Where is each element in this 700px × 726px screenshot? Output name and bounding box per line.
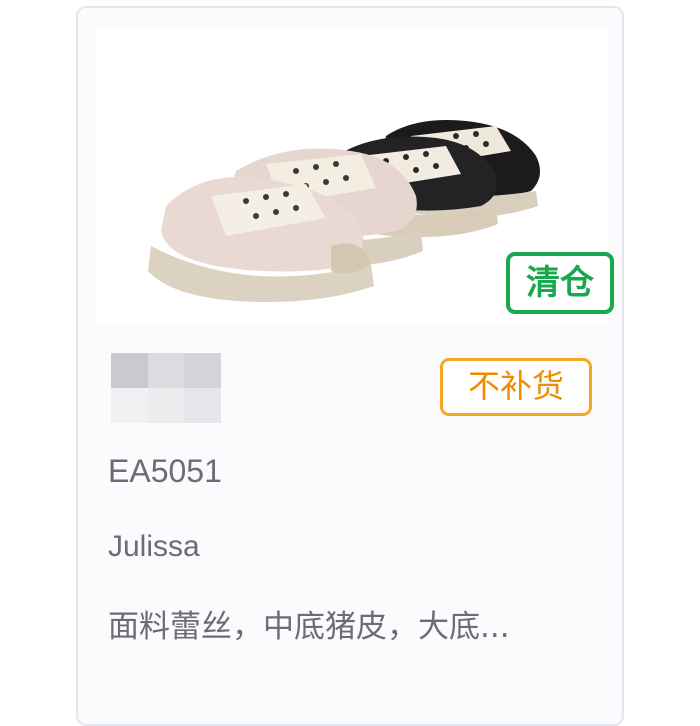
product-description: 面料蕾丝，中底猪皮，大底... (108, 609, 510, 645)
blurred-avatar (111, 353, 221, 423)
product-card[interactable]: 清仓 不补货 EA5051 Julissa 面料蕾丝，中底猪皮，大底... (76, 6, 624, 726)
no-restock-badge: 不补货 (440, 358, 592, 416)
clearance-badge: 清仓 (506, 252, 614, 314)
product-brand: Julissa (108, 530, 200, 563)
product-image[interactable]: 清仓 (96, 26, 614, 326)
product-sku: EA5051 (108, 453, 222, 489)
